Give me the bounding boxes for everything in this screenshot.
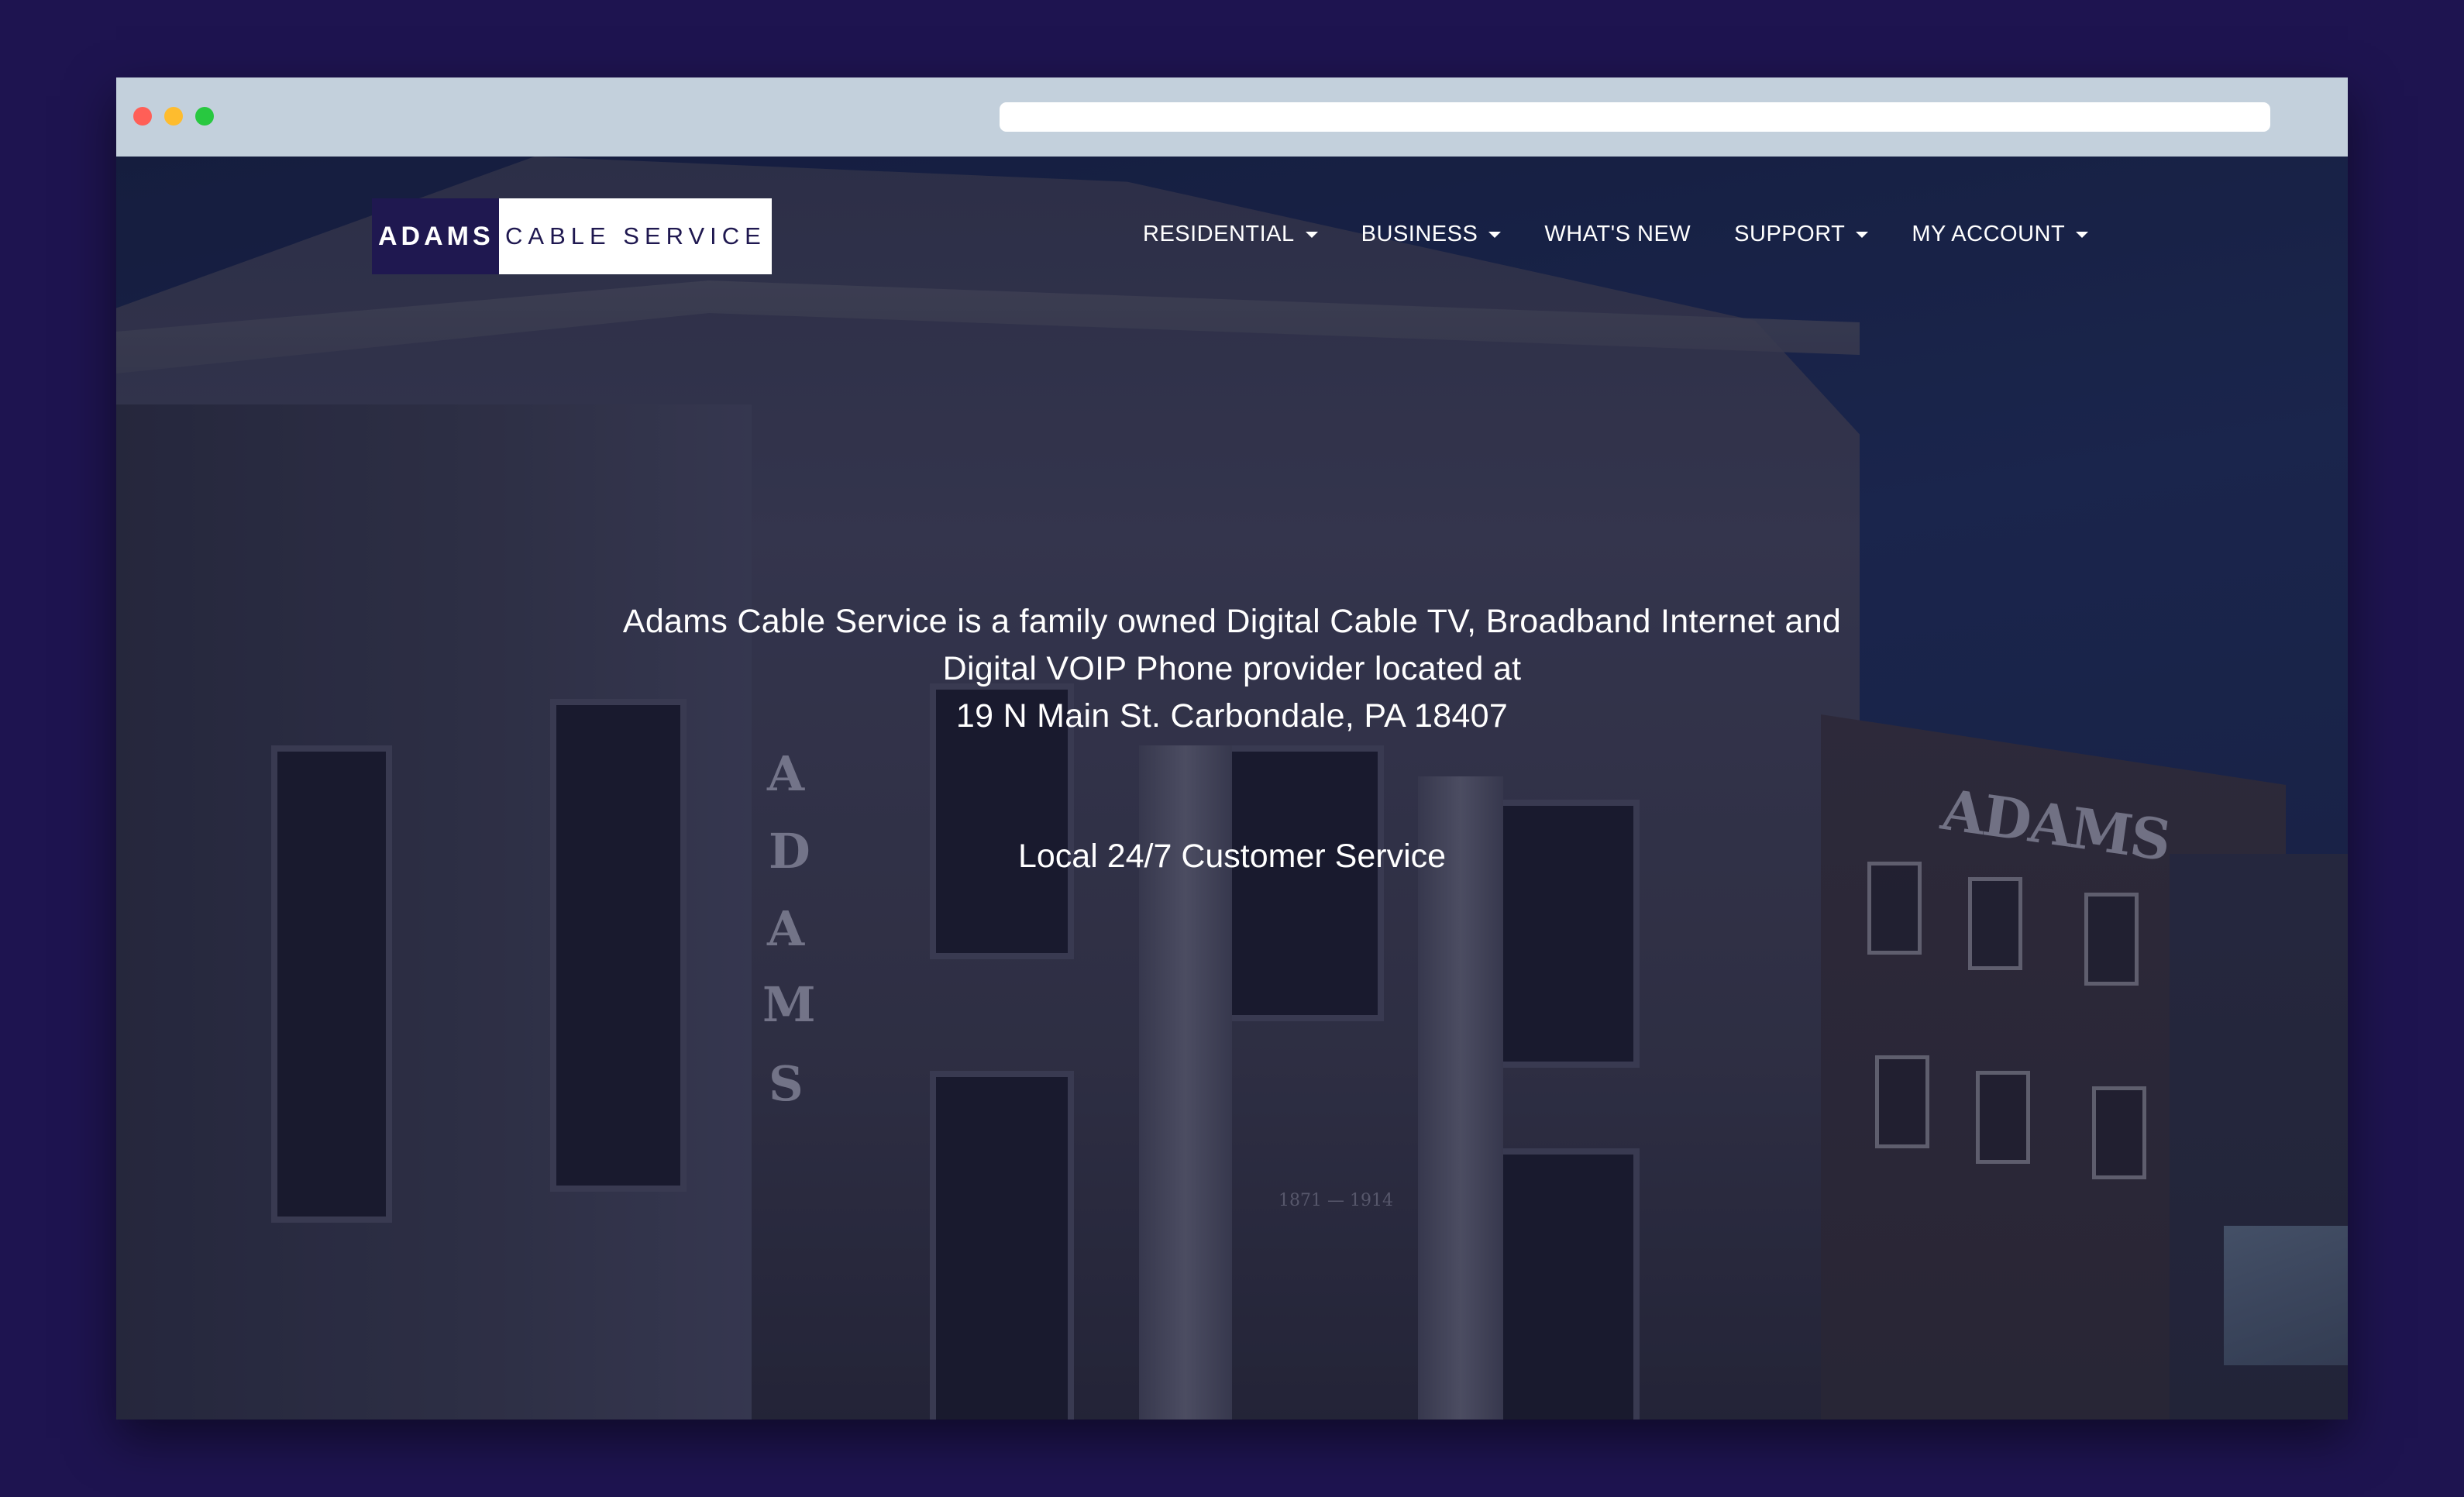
hero-section: Adams Cable Service is a family owned Di… [116, 598, 2348, 880]
caret-down-icon [1305, 231, 1318, 238]
close-window-icon[interactable] [133, 107, 152, 126]
nav-item-whats-new[interactable]: WHAT'S NEW [1544, 222, 1691, 247]
site-navbar: ADAMS CABLE SERVICE RESIDENTIAL BUSINESS… [116, 157, 2348, 274]
maximize-window-icon[interactable] [195, 107, 214, 126]
nav-item-residential[interactable]: RESIDENTIAL [1143, 222, 1318, 247]
minimize-window-icon[interactable] [164, 107, 183, 126]
hero-description-line-2: Digital VOIP Phone provider located at [942, 650, 1522, 687]
logo-cable-service: CABLE SERVICE [499, 198, 772, 274]
nav-item-label: MY ACCOUNT [1912, 222, 2066, 246]
logo-adams: ADAMS [372, 198, 499, 274]
main-nav: RESIDENTIAL BUSINESS WHAT'S NEW SUPPORT … [1143, 222, 2089, 247]
nav-item-support[interactable]: SUPPORT [1734, 222, 1869, 247]
address-bar[interactable] [1000, 102, 2270, 132]
nav-item-my-account[interactable]: MY ACCOUNT [1912, 222, 2089, 247]
nav-item-business[interactable]: BUSINESS [1361, 222, 1502, 247]
browser-toolbar [116, 77, 2348, 157]
hero-customer-service: Local 24/7 Customer Service [1017, 838, 1447, 875]
hero-address: 19 N Main St. Carbondale, PA 18407 [955, 697, 1509, 735]
page-viewport: A D A M S ADAMS 1871 — 1914 ADAMS CABLE … [116, 157, 2348, 1420]
caret-down-icon [2076, 231, 2089, 238]
caret-down-icon [1488, 231, 1502, 238]
nav-item-label: WHAT'S NEW [1544, 222, 1691, 246]
browser-window: A D A M S ADAMS 1871 — 1914 ADAMS CABLE … [116, 77, 2348, 1420]
nav-item-label: SUPPORT [1734, 222, 1846, 246]
caret-down-icon [1856, 231, 1869, 238]
nav-item-label: RESIDENTIAL [1143, 222, 1295, 246]
site-logo[interactable]: ADAMS CABLE SERVICE [372, 198, 772, 274]
nav-item-label: BUSINESS [1361, 222, 1478, 246]
hero-description-line-1: Adams Cable Service is a family owned Di… [622, 603, 1842, 640]
